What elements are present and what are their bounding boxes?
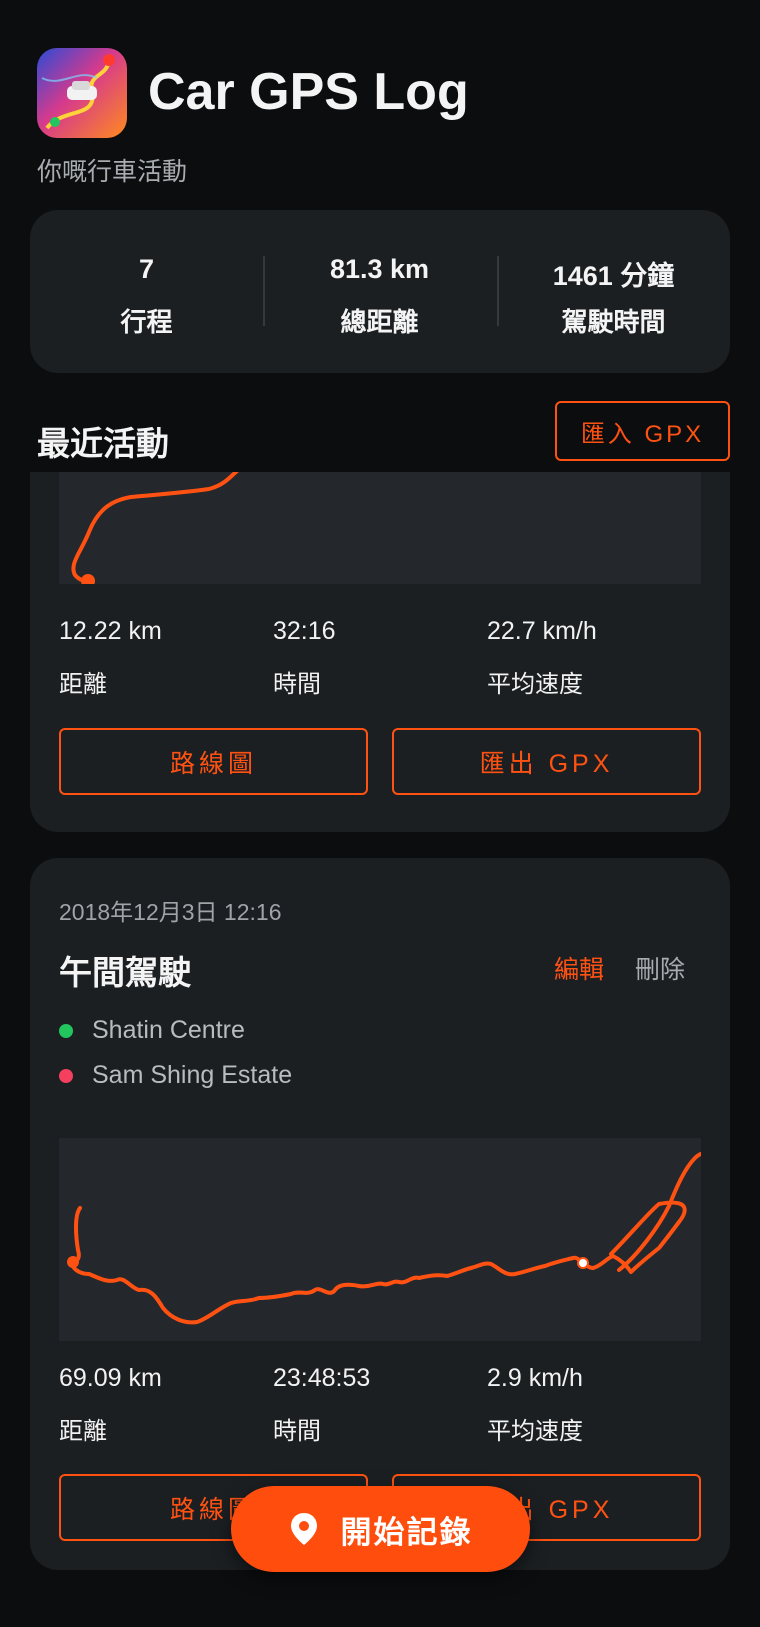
metric-label: 時間	[273, 1418, 321, 1445]
metric-label: 平均速度	[487, 671, 583, 698]
start-recording-label: 開始記錄	[340, 1514, 473, 1550]
route-map	[59, 472, 701, 584]
metric-time: 23:48:53 時間	[273, 1364, 473, 1446]
end-location: Sam Shing Estate	[59, 1061, 292, 1090]
stat-trips: 7 行程	[30, 210, 263, 373]
metric-distance: 69.09 km 距離	[59, 1364, 259, 1446]
metric-value: 22.7 km/h	[487, 617, 597, 645]
metric-label: 平均速度	[487, 1418, 583, 1445]
start-dot-icon	[59, 1023, 73, 1038]
stat-trips-value: 7	[138, 254, 155, 284]
trip-date: 2018年12月3日 12:16	[59, 899, 282, 925]
metric-time: 32:16 時間	[273, 617, 473, 699]
start-location-name: Shatin Centre	[92, 1016, 245, 1044]
metric-value: 12.22 km	[59, 617, 162, 645]
trip-title: 午間駕駛	[59, 954, 191, 991]
start-location: Shatin Centre	[59, 1016, 245, 1045]
summary-card: 7 行程 81.3 km 總距離 1461 分鐘 駕駛時間	[30, 210, 730, 373]
app-title: Car GPS Log	[148, 63, 469, 121]
stat-trips-label: 行程	[120, 307, 173, 337]
stat-duration-value: 1461 分鐘	[552, 261, 675, 291]
app-subtitle: 你嘅行車活動	[37, 158, 188, 186]
stat-duration: 1461 分鐘 駕駛時間	[497, 210, 730, 373]
route-map-button[interactable]: 路線圖	[59, 728, 368, 795]
trip-card: 12.22 km 距離 32:16 時間 22.7 km/h 平均速度 路線圖 …	[30, 472, 730, 832]
route-map	[59, 1138, 701, 1341]
stat-distance-value: 81.3 km	[329, 254, 430, 284]
metric-speed: 2.9 km/h 平均速度	[487, 1364, 687, 1446]
metric-speed: 22.7 km/h 平均速度	[487, 617, 687, 699]
export-gpx-button[interactable]: 匯出 GPX	[392, 728, 701, 795]
import-gpx-button[interactable]: 匯入 GPX	[555, 401, 730, 461]
start-recording-button[interactable]: 開始記錄	[231, 1486, 530, 1572]
end-dot-icon	[59, 1068, 73, 1083]
metric-value: 23:48:53	[273, 1364, 371, 1392]
section-title: 最近活動	[37, 425, 169, 462]
trip-card: 2018年12月3日 12:16 午間駕駛 編輯 刪除 Shatin Centr…	[30, 858, 730, 1570]
app-icon	[37, 48, 127, 138]
location-pin-icon	[290, 1513, 317, 1545]
stat-distance-label: 總距離	[340, 307, 419, 337]
metric-value: 69.09 km	[59, 1364, 162, 1392]
metric-label: 距離	[59, 671, 107, 698]
metric-label: 距離	[59, 1418, 107, 1445]
activity-list[interactable]: 12.22 km 距離 32:16 時間 22.7 km/h 平均速度 路線圖 …	[0, 472, 760, 1627]
metric-label: 時間	[273, 671, 321, 698]
stat-distance: 81.3 km 總距離	[263, 210, 496, 373]
delete-button[interactable]: 刪除	[635, 950, 685, 986]
metric-value: 2.9 km/h	[487, 1364, 583, 1392]
edit-button[interactable]: 編輯	[554, 950, 604, 986]
metric-value: 32:16	[273, 617, 336, 645]
stat-duration-label: 駕駛時間	[561, 307, 666, 337]
end-location-name: Sam Shing Estate	[92, 1061, 293, 1089]
metric-distance: 12.22 km 距離	[59, 617, 259, 699]
